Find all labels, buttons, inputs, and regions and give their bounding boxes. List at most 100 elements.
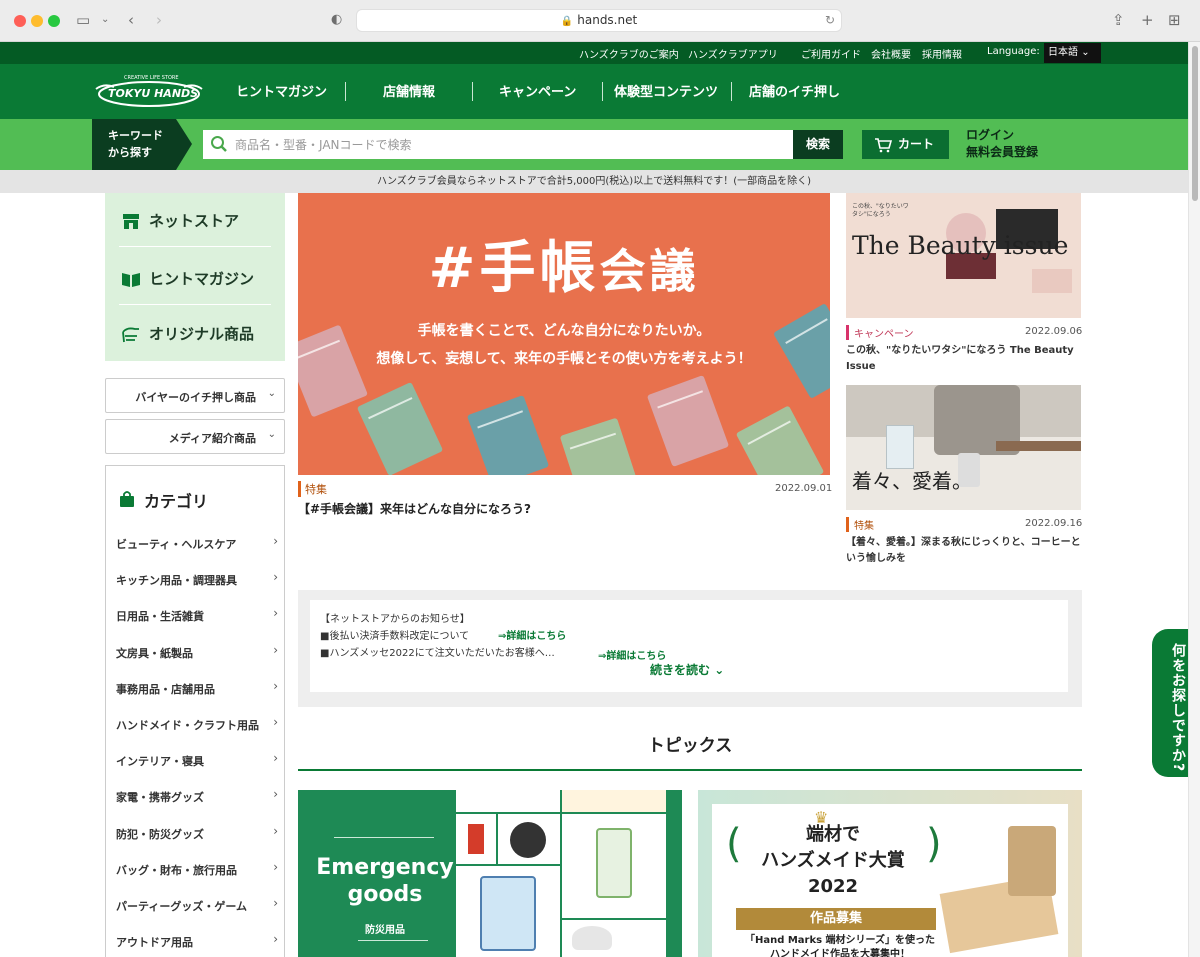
nav-store-pick[interactable]: 店舗のイチ押し [749, 81, 840, 100]
language-label: Language: [987, 46, 1040, 57]
beauty-issue-thumbnail[interactable]: この秋、"なりたいワタシ"になろう The Beauty issue [846, 193, 1081, 318]
category-item[interactable]: 文房具・紙製品 › [116, 642, 278, 681]
cart-button[interactable]: カート [862, 130, 949, 159]
article-caption-link[interactable]: 【着々、愛着。】深まる秋にじっくりと、コーヒーという愉しみを [846, 535, 1081, 567]
close-window-button[interactable] [14, 15, 26, 27]
chevron-right-icon: › [273, 678, 278, 693]
hero-subtitle: 手帳を書くことで、どんな自分になりたいか。 想像して、妄想して、来年の手帳とその… [298, 317, 830, 373]
nav-store-info[interactable]: 店舗情報 [383, 81, 435, 100]
hero-subtitle-line2: 想像して、妄想して、来年の手帳とその使い方を考えよう！ [376, 351, 752, 367]
category-panel: カテゴリ ビューティ・ヘルスケア › キッチン用品・調理器具 › 日用品・生活雑貨 › 文房… [105, 465, 285, 957]
category-item[interactable]: 家電・携帯グッズ › [116, 787, 278, 825]
sidebar-item-original[interactable]: オリジナル商品 [119, 306, 271, 360]
media-pick-dropdown[interactable]: メディア紹介商品 ⌄ [105, 419, 285, 454]
category-label: 日用品・生活雑貨 [116, 610, 204, 624]
hero-caption-link[interactable]: 【#手帳会議】来年はどんな自分になろう? [298, 500, 531, 517]
keyword-label-line2: から探す [108, 146, 152, 159]
search-button[interactable]: 検索 [793, 130, 843, 159]
search-input[interactable] [203, 130, 793, 159]
article-date: 2022.09.06 [1025, 326, 1083, 337]
chevron-right-icon: › [273, 859, 278, 874]
emergency-goods-banner[interactable]: Emergency goods 防災用品 [298, 790, 682, 957]
nav-divider [602, 82, 603, 101]
tab-overview-icon[interactable]: ⊞ [1168, 10, 1181, 30]
category-item[interactable]: ハンドメイド・クラフト用品 › [116, 715, 278, 753]
sidebar-item-hint-magazine[interactable]: ヒントマガジン [119, 251, 271, 305]
category-item[interactable]: インテリア・寝具 › [116, 751, 278, 789]
nav-hint-magazine[interactable]: ヒントマガジン [236, 81, 327, 100]
divider [334, 837, 434, 838]
read-more-link[interactable]: 続きを読む ⌄ [650, 661, 724, 678]
keyword-label-line1: キーワード [108, 129, 163, 142]
util-link-recruit[interactable]: 採用情報 [922, 46, 962, 61]
sidebar-item-label: オリジナル商品 [149, 325, 255, 343]
category-item[interactable]: 日用品・生活雑貨 › [116, 606, 278, 644]
util-link-hands-app[interactable]: ハンズクラブアプリ [688, 46, 778, 61]
nav-experience[interactable]: 体験型コンテンツ [614, 81, 718, 100]
product-cell [562, 920, 666, 957]
utility-bar: ハンズクラブのご案内 ハンズクラブアプリ ご利用ガイド 会社概要 採用情報 La… [0, 42, 1188, 64]
hero-category-tag: 特集 [298, 481, 327, 497]
minimize-window-button[interactable] [31, 15, 43, 27]
login-link[interactable]: ログイン [966, 127, 1038, 144]
hero-banner[interactable]: #手帳会議 手帳を書くことで、どんな自分になりたいか。 想像して、妄想して、来年… [298, 193, 830, 475]
category-item[interactable]: パーティーグッズ・ゲーム › [116, 896, 278, 934]
tokyu-hands-logo[interactable]: CREATIVE LIFE STORE TOKYU HANDS [94, 75, 204, 109]
main-header: CREATIVE LIFE STORE TOKYU HANDS ヒントマガジン … [0, 64, 1188, 119]
category-item[interactable]: バッグ・財布・旅行用品 › [116, 859, 278, 898]
address-bar[interactable]: 🔒 hands.net ↻ [356, 9, 842, 32]
banner-title: Emergency goods [316, 855, 454, 907]
award-title-line2: ハンズメイド大賞 [761, 850, 905, 871]
product-cell [456, 866, 560, 957]
handmade-award-banner[interactable]: ♛ ( ) 端材で ハンズメイド大賞 2022 作品募集 「Hand Marks… [698, 790, 1082, 957]
chevron-right-icon: › [273, 751, 278, 766]
util-link-guide[interactable]: ご利用ガイド [801, 46, 861, 61]
reload-icon[interactable]: ↻ [825, 10, 835, 31]
chevron-right-icon: › [273, 823, 278, 838]
beauty-issue-text: The Beauty issue [852, 231, 1069, 260]
new-tab-icon[interactable]: + [1141, 10, 1154, 30]
read-more-label: 続きを読む [650, 663, 711, 677]
forward-icon[interactable]: › [156, 10, 162, 30]
util-link-hands-club[interactable]: ハンズクラブのご案内 [579, 46, 679, 61]
sidebar-item-net-store[interactable]: ネットストア [119, 193, 271, 247]
category-item[interactable]: ビューティ・ヘルスケア › [116, 534, 278, 572]
url-text: hands.net [577, 13, 638, 27]
category-item[interactable]: 防犯・防災グッズ › [116, 823, 278, 862]
category-item[interactable]: キッチン用品・調理器具 › [116, 570, 278, 608]
chevron-down-icon[interactable]: ⌄ [101, 10, 109, 30]
detail-link[interactable]: ⇒詳細はこちら [498, 627, 566, 642]
thumb-kicker: この秋、"なりたいワタシ"になろう [852, 203, 909, 218]
category-item[interactable]: アウトドア用品 › [116, 932, 278, 957]
nav-campaign[interactable]: キャンペーン [499, 81, 576, 100]
category-item[interactable]: 事務用品・店舗用品 › [116, 678, 278, 717]
award-desc-line1: 「Hand Marks 端材シリーズ」を使った [744, 935, 936, 946]
notebook-image [466, 395, 550, 475]
product-cell [562, 790, 666, 812]
lock-icon: 🔒 [560, 16, 574, 27]
chevron-right-icon: › [273, 570, 278, 585]
register-link[interactable]: 無料会員登録 [966, 144, 1038, 161]
zoom-window-button[interactable] [48, 15, 60, 27]
hand-icon [122, 327, 139, 343]
coffee-thumbnail[interactable]: 着々、愛着。 [846, 385, 1081, 510]
sidebar-toggle-icon[interactable]: ▭ [76, 10, 90, 30]
share-icon[interactable]: ⇪ [1112, 10, 1125, 30]
search-help-tab[interactable]: 何をお探しですか? [1152, 629, 1188, 777]
keyword-search-label: キーワード から探す [92, 119, 192, 170]
privacy-shield-icon[interactable]: ◐ [331, 10, 342, 30]
detail-link[interactable]: ⇒詳細はこちら [598, 647, 666, 662]
shelf-image [996, 441, 1081, 451]
page-scrollbar[interactable] [1188, 42, 1200, 957]
language-select[interactable]: 日本語 ⌄ [1044, 43, 1101, 63]
topics-divider [298, 769, 1082, 771]
buyer-pick-dropdown[interactable]: バイヤーのイチ押し商品 ⌄ [105, 378, 285, 413]
scrollbar-thumb[interactable] [1192, 46, 1198, 201]
category-label: ビューティ・ヘルスケア [116, 538, 237, 551]
article-caption-link[interactable]: この秋、"なりたいワタシ"になろう The Beauty Issue [846, 343, 1081, 375]
util-link-company[interactable]: 会社概要 [871, 46, 911, 61]
back-icon[interactable]: ‹ [128, 10, 134, 30]
search-icon [211, 136, 227, 152]
chevron-right-icon: › [273, 642, 278, 657]
chevron-down-icon: ⌄ [1081, 47, 1090, 58]
